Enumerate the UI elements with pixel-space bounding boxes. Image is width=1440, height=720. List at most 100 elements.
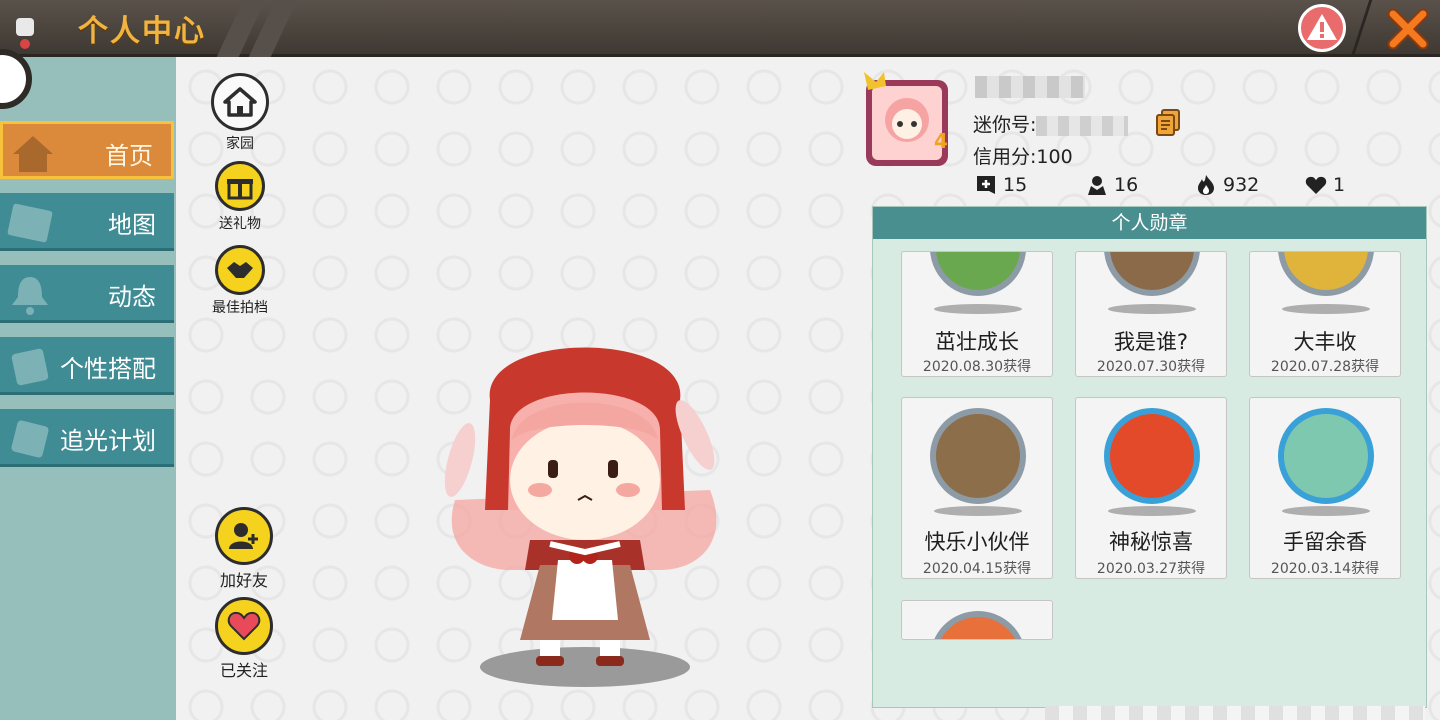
stat-hearts: 1 (1305, 174, 1345, 196)
heart-icon (227, 611, 261, 641)
medal-card[interactable] (901, 600, 1053, 640)
stat-value: 15 (1003, 174, 1028, 196)
medal-card[interactable]: 大丰收 2020.07.28获得 (1249, 251, 1401, 377)
medal-badge-icon (1278, 252, 1374, 296)
credit-score: 信用分:100 (973, 146, 1073, 168)
medal-name: 我是谁? (1113, 330, 1189, 354)
home-action[interactable]: 家园 (200, 73, 280, 153)
stat-value: 1 (1333, 174, 1346, 196)
best-partner-label: 最佳拍档 (212, 300, 268, 316)
best-partner-circle (215, 245, 265, 295)
player-avatar[interactable]: 4 (864, 72, 968, 172)
medal-badge-icon (1104, 408, 1200, 504)
medal-date: 2020.07.28获得 (1270, 359, 1380, 375)
medal-date: 2020.04.15获得 (922, 561, 1032, 577)
house-icon (223, 87, 257, 117)
heart-icon (1305, 176, 1327, 194)
medal-badge-icon (1104, 252, 1200, 296)
sidebar-item-home[interactable]: 首页 (0, 121, 174, 179)
medal-date: 2020.07.30获得 (1096, 359, 1206, 375)
following-action[interactable]: 已关注 (204, 597, 284, 681)
medal-name: 手留余香 (1283, 530, 1367, 554)
plus-badge-icon (977, 176, 995, 194)
page-title: 个人中心 (78, 14, 206, 49)
fire-icon (1198, 175, 1214, 195)
home-circle (211, 73, 269, 131)
medal-shadow (1282, 506, 1370, 516)
sidebar-item-map[interactable]: 地图 (0, 193, 174, 251)
copy-icon[interactable] (1155, 108, 1181, 136)
top-bar: 个人中心 (0, 0, 1440, 57)
stat-likes: 15 (975, 174, 1027, 196)
medal-name: 快乐小伙伴 (924, 530, 1030, 554)
following-circle (215, 597, 273, 655)
gift-action[interactable]: 送礼物 (200, 161, 280, 233)
character-avatar[interactable] (440, 330, 730, 690)
medal-name: 神秘惊喜 (1109, 530, 1193, 554)
medal-panel-title: 个人勋章 (873, 207, 1426, 239)
gift-icon (227, 179, 253, 200)
add-friend-circle (215, 507, 273, 565)
bottom-censored (1045, 706, 1425, 720)
medal-badge-icon (1278, 408, 1374, 504)
medal-shadow (1108, 304, 1196, 314)
fans-icon (1088, 176, 1106, 195)
medal-card[interactable]: 茁壮成长 2020.08.30获得 (901, 251, 1053, 377)
sidebar-item-outfit[interactable]: 个性搭配 (0, 337, 174, 395)
menu-knob[interactable] (0, 49, 32, 109)
medal-shadow (1108, 506, 1196, 516)
medal-date: 2020.03.27获得 (1096, 561, 1206, 577)
sidebar-item-label: 首页 (105, 142, 153, 170)
close-icon (1387, 8, 1429, 50)
medal-shadow (934, 304, 1022, 314)
medal-date: 2020.08.30获得 (922, 359, 1032, 375)
app-logo-icon (16, 18, 34, 49)
stat-value: 16 (1114, 174, 1139, 196)
medal-date: 2020.03.14获得 (1270, 561, 1380, 577)
medal-card[interactable]: 神秘惊喜 2020.03.27获得 (1075, 397, 1227, 579)
medal-shadow (1282, 304, 1370, 314)
handshake-icon (227, 262, 253, 278)
following-label: 已关注 (219, 661, 268, 680)
report-button[interactable] (1298, 4, 1346, 52)
sidebar-item-label: 地图 (108, 211, 156, 239)
add-friend-action[interactable]: 加好友 (204, 507, 284, 591)
bell-icon (12, 277, 48, 315)
stat-value: 932 (1223, 174, 1260, 196)
add-friend-label: 加好友 (219, 571, 268, 590)
medal-card[interactable]: 快乐小伙伴 2020.04.15获得 (901, 397, 1053, 579)
medal-badge-icon (930, 252, 1026, 296)
medal-shadow (934, 506, 1022, 516)
sidebar: 首页 地图 动态 个性搭配 追光计划 (0, 49, 176, 720)
sidebar-item-feed[interactable]: 动态 (0, 265, 174, 323)
house-icon (13, 136, 53, 172)
header-divider (1350, 0, 1373, 57)
gift-circle (215, 161, 265, 211)
medal-badge-icon (930, 611, 1026, 639)
plan-icon (11, 420, 49, 458)
add-user-icon (229, 523, 258, 549)
medal-card[interactable]: 我是谁? 2020.07.30获得 (1075, 251, 1227, 377)
svg-text:4: 4 (934, 129, 948, 153)
home-label: 家园 (226, 136, 254, 152)
stat-popularity: 932 (1195, 174, 1259, 196)
mini-id-label: 迷你号: (973, 114, 1037, 136)
stat-fans: 16 (1086, 174, 1138, 196)
mini-id-censored (1036, 115, 1129, 136)
sidebar-item-plan[interactable]: 追光计划 (0, 409, 174, 467)
gift-label: 送礼物 (219, 216, 261, 232)
medal-badge-icon (930, 408, 1026, 504)
best-partner-action[interactable]: 最佳拍档 (200, 245, 280, 317)
medal-card[interactable]: 手留余香 2020.03.14获得 (1249, 397, 1401, 579)
medal-panel: 个人勋章 茁壮成长 2020.08.30获得 我是谁? 2020.07.30获得… (872, 206, 1427, 708)
medal-name: 大丰收 (1293, 330, 1357, 354)
sidebar-item-label: 追光计划 (60, 427, 156, 455)
outfit-icon (11, 348, 49, 386)
sidebar-item-label: 个性搭配 (60, 355, 156, 383)
medal-name: 茁壮成长 (935, 330, 1019, 354)
close-button[interactable] (1385, 8, 1431, 50)
warning-icon (1307, 14, 1337, 40)
sidebar-item-label: 动态 (108, 283, 156, 311)
map-icon (7, 203, 53, 243)
mini-id: 迷你号: (973, 110, 1129, 137)
